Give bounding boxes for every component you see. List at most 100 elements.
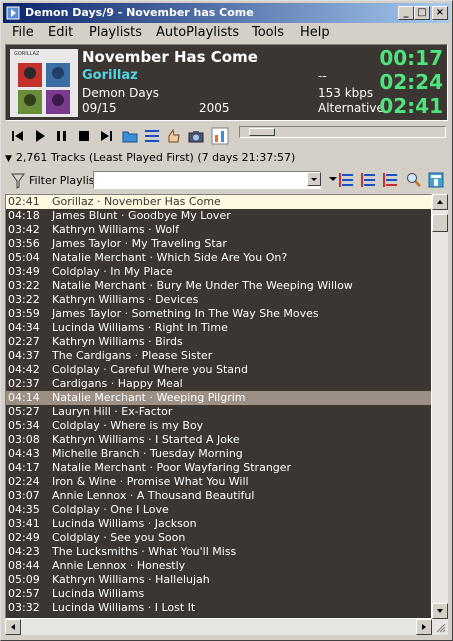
search-icon[interactable]	[405, 171, 423, 189]
track-row[interactable]: 03:32 Lucinda Williams · I Lost It	[6, 601, 431, 615]
track-duration: 04:23	[8, 545, 40, 558]
arrow-left-icon	[11, 624, 15, 630]
next-icon[interactable]	[97, 127, 115, 145]
track-row[interactable]: 04:18 James Blunt · Goodbye My Lover	[6, 209, 431, 223]
track-row[interactable]: 05:09 Kathryn Williams · Hallelujah	[6, 573, 431, 587]
track-row[interactable]: 02:57 Lucinda Williams	[6, 587, 431, 601]
track-row[interactable]: 03:07 Annie Lennox · A Thousand Beautiful	[6, 489, 431, 503]
track-info: Kathryn Williams · Hallelujah	[52, 573, 210, 586]
track-row[interactable]: 04:17 Natalie Merchant · Poor Wayfaring S…	[6, 461, 431, 475]
arrow-down-icon	[437, 609, 443, 613]
properties-icon[interactable]	[427, 171, 445, 189]
scroll-up-button[interactable]	[432, 194, 448, 210]
play-icon[interactable]	[31, 127, 49, 145]
track-row[interactable]: 03:22 Kathryn Williams · Devices	[6, 293, 431, 307]
camera-icon[interactable]	[187, 127, 205, 145]
track-row[interactable]: 03:42 Kathryn Williams · Wolf	[6, 223, 431, 237]
track-row[interactable]: 03:56 James Taylor · My Traveling Star	[6, 237, 431, 251]
maximize-button[interactable]: □	[414, 6, 430, 20]
thumb-icon[interactable]	[165, 127, 183, 145]
track-row[interactable]: 08:44 Annie Lennox · Honestly	[6, 559, 431, 573]
track-row[interactable]: 04:37 The Cardigans · Please Sister	[6, 349, 431, 363]
track-row[interactable]: 03:22 Natalie Merchant · Bury Me Under Th…	[6, 279, 431, 293]
dropdown-arrow-icon[interactable]	[329, 175, 337, 183]
playlist-summary[interactable]: ▼ 2,761 Tracks (Least Played First) (7 da…	[5, 151, 295, 164]
track-bitrate: 153 kbps	[318, 86, 374, 100]
seek-bar[interactable]	[239, 126, 446, 138]
track-row[interactable]: 03:49 Coldplay · In My Place	[6, 265, 431, 279]
resize-grip-icon[interactable]	[434, 621, 446, 633]
stop-icon[interactable]	[75, 127, 93, 145]
track-duration: 02:41	[8, 195, 40, 208]
track-row[interactable]: 04:35 Coldplay · One I Love	[6, 503, 431, 517]
track-row[interactable]: 02:27 Kathryn Williams · Birds	[6, 335, 431, 349]
menu-file-label[interactable]: File	[12, 25, 34, 40]
track-year: 2005	[199, 101, 230, 115]
track-duration: 03:22	[8, 293, 40, 306]
track-info: Coldplay · In My Place	[52, 265, 173, 278]
filter-funnel-icon	[11, 173, 25, 189]
filter-label: Filter Playlist	[29, 174, 99, 187]
scroll-right-button[interactable]	[416, 619, 432, 635]
arrow-right-icon	[422, 624, 426, 630]
menu-help[interactable]: Help	[300, 25, 330, 40]
track-info: Annie Lennox · Honestly	[52, 559, 186, 572]
filter-input[interactable]	[93, 171, 321, 189]
menu-playlists[interactable]: Playlists	[89, 25, 142, 40]
track-row[interactable]: 03:08 Kathryn Williams · I Started A Joke	[6, 433, 431, 447]
track-row[interactable]: 04:43 Michelle Branch · Tuesday Morning	[6, 447, 431, 461]
track-info: Lucinda Williams · Right In Time	[52, 321, 228, 334]
track-info: Natalie Merchant · Which Side Are You On…	[52, 251, 288, 264]
equalizer-icon[interactable]	[211, 127, 229, 145]
track-row[interactable]: 02:41 Gorillaz · November Has Come	[6, 195, 431, 209]
track-row[interactable]: 04:23 The Lucksmiths · What You'll Miss	[6, 545, 431, 559]
title-bar[interactable]: Demon Days/9 - November has Come _ □ ×	[3, 3, 450, 23]
playlist-icon[interactable]	[143, 127, 161, 145]
sort-list-icon[interactable]	[337, 171, 355, 189]
scroll-down-button[interactable]	[432, 603, 448, 619]
filter-history-dropdown[interactable]	[307, 172, 321, 186]
elapsed-time: 00:17	[379, 46, 443, 70]
album-art-image	[10, 49, 78, 117]
total-time: 02:41	[379, 94, 443, 118]
playlist-view[interactable]: 02:41 Gorillaz · November Has Come 04:18 Ja…	[5, 194, 432, 619]
track-info: The Lucksmiths · What You'll Miss	[52, 545, 237, 558]
track-row[interactable]: 04:14 Natalie Merchant · Weeping Pilgrim	[6, 391, 431, 405]
seek-thumb[interactable]	[249, 128, 275, 136]
scroll-thumb[interactable]	[432, 214, 448, 232]
playlist-add-icon[interactable]	[359, 171, 377, 189]
now-playing-panel: GORILLAZ November Has Come Gorillaz Demo…	[5, 44, 448, 121]
horizontal-scrollbar[interactable]	[5, 619, 448, 635]
menu-tools[interactable]: Tools	[252, 25, 284, 40]
track-row[interactable]: 04:42 Coldplay · Careful Where you Stand	[6, 363, 431, 377]
track-row[interactable]: 05:34 Coldplay · Where is my Boy	[6, 419, 431, 433]
track-row[interactable]: 04:34 Lucinda Williams · Right In Time	[6, 321, 431, 335]
close-button[interactable]: ×	[432, 6, 448, 20]
vertical-scrollbar[interactable]	[432, 194, 448, 619]
collapse-arrow-icon[interactable]: ▼	[5, 154, 12, 164]
track-duration: 04:34	[8, 321, 40, 334]
track-row[interactable]: 05:27 Lauryn Hill · Ex-Factor	[6, 405, 431, 419]
track-row[interactable]: 02:49 Coldplay · See you Soon	[6, 531, 431, 545]
track-duration: 05:34	[8, 419, 40, 432]
track-info: Kathryn Williams · Devices	[52, 293, 199, 306]
track-duration: 04:37	[8, 349, 40, 362]
track-info: Coldplay · See you Soon	[52, 531, 186, 544]
pause-icon[interactable]	[53, 127, 71, 145]
track-duration: 03:42	[8, 223, 40, 236]
track-row[interactable]: 03:59 James Taylor · Something In The Way…	[6, 307, 431, 321]
track-row[interactable]: 05:04 Natalie Merchant · Which Side Are Y…	[6, 251, 431, 265]
menu-edit[interactable]: Edit	[48, 25, 73, 40]
scroll-left-button[interactable]	[5, 619, 21, 635]
track-row[interactable]: 02:37 Cardigans · Happy Meal	[6, 377, 431, 391]
track-row[interactable]: 03:41 Lucinda Williams · Jackson	[6, 517, 431, 531]
track-info: Lauryn Hill · Ex-Factor	[52, 405, 173, 418]
track-info: The Cardigans · Please Sister	[52, 349, 213, 362]
previous-icon[interactable]	[9, 127, 27, 145]
track-row[interactable]: 02:24 Iron & Wine · Promise What You Will	[6, 475, 431, 489]
menu-autoplaylists[interactable]: AutoPlaylists	[156, 25, 239, 40]
minimize-button[interactable]: _	[398, 6, 414, 20]
playlist-remove-icon[interactable]	[381, 171, 399, 189]
track-artist: Gorillaz	[82, 68, 138, 83]
open-folder-icon[interactable]	[121, 127, 139, 145]
